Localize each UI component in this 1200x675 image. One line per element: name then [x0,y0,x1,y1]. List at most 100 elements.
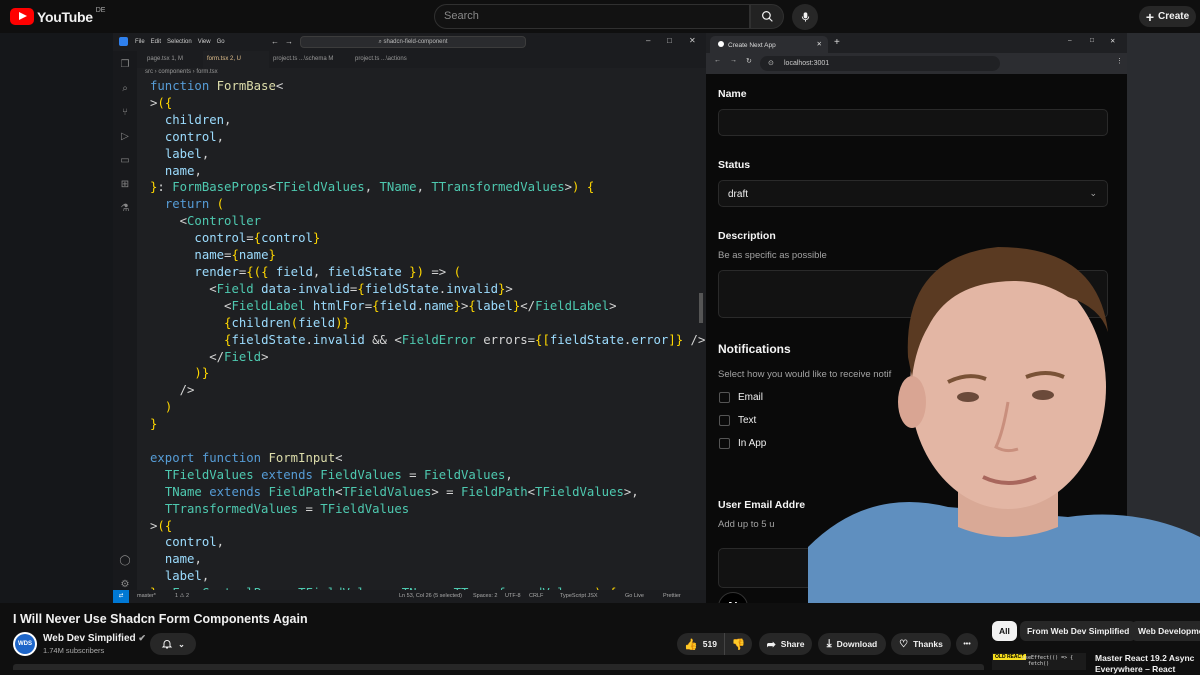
recommended-video-title[interactable]: Master React 19.2 Async Everywhere – Rea… [1095,653,1195,675]
browser-tab[interactable]: Create Next App ✕ [710,36,828,53]
code-line[interactable]: render={({ field, fieldState }) => ( [150,264,713,281]
code-line[interactable]: control={control} [150,230,713,247]
command-center[interactable]: ⌕ shadcn-field-component [300,36,526,48]
code-line[interactable] [150,433,713,450]
status-problems[interactable]: 1 ⚠ 2 [175,593,189,599]
in-app-checkbox[interactable] [719,438,730,449]
chip-from-channel[interactable]: From Web Dev Simplified [1020,621,1137,641]
browser-close-icon[interactable]: ✕ [1110,37,1115,45]
remote-icon[interactable]: ⇄ [113,590,129,603]
code-line[interactable]: TName extends FieldPath<TFieldValues> = … [150,484,713,501]
browser-maximize-icon[interactable]: □ [1090,37,1094,44]
code-line[interactable]: <Field data-invalid={fieldState.invalid}… [150,281,713,298]
tab-page-tsx[interactable]: page.tsx 1, M [143,51,203,68]
code-line[interactable]: control, [150,129,713,146]
user-email-input[interactable] [718,548,818,588]
code-line[interactable]: <Controller [150,213,713,230]
code-line[interactable]: label, [150,146,713,163]
code-line[interactable]: {fieldState.invalid && <FieldError error… [150,332,713,349]
menu-go[interactable]: Go [217,39,225,45]
code-line[interactable]: name, [150,163,713,180]
youtube-logo[interactable]: YouTube DE [10,7,105,25]
code-line[interactable]: name={name} [150,247,713,264]
code-line[interactable]: } [150,416,713,433]
code-line[interactable]: return ( [150,196,713,213]
status-select[interactable]: draft ⌄ [718,180,1108,207]
code-line[interactable]: TFieldValues extends FieldValues = Field… [150,467,713,484]
email-checkbox[interactable] [719,392,730,403]
status-prettier[interactable]: Prettier [663,593,681,599]
video-player[interactable]: File Edit Selection View Go ← → ⌕ shadcn… [0,33,1200,603]
browser-minimize-icon[interactable]: – [1068,37,1072,44]
tab-project-schema[interactable]: project.ts ...\schema M [269,51,351,68]
tab-project-actions[interactable]: project.ts ...\actions [351,51,433,68]
subscribe-bell-button[interactable]: ⌄ [150,633,196,655]
run-debug-icon[interactable]: ▷ [119,131,131,143]
maximize-icon[interactable]: □ [667,36,672,45]
source-control-icon[interactable]: ⑂ [119,107,131,119]
menu-selection[interactable]: Selection [167,39,192,45]
name-input[interactable] [718,109,1108,136]
more-actions-button[interactable]: ••• [956,633,978,655]
code-line[interactable]: name, [150,551,713,568]
account-icon[interactable]: ◯ [119,555,131,567]
editor-scrollbar[interactable] [699,293,703,323]
channel-avatar[interactable]: WDS [13,632,37,656]
code-line[interactable]: >({ [150,518,713,535]
text-checkbox[interactable] [719,415,730,426]
code-line[interactable]: label, [150,568,713,585]
search-button[interactable] [750,4,784,29]
search-icon[interactable]: ⌕ [119,83,131,95]
forward-arrow-icon[interactable]: → [285,37,293,46]
status-spaces[interactable]: Spaces: 2 [473,593,497,599]
share-button[interactable]: ➦ Share [759,633,812,655]
code-editor[interactable]: function FormBase< >({ children, control,… [150,78,713,602]
tab-close-icon[interactable]: ✕ [817,40,822,48]
voice-search-button[interactable] [792,4,818,30]
status-cursor[interactable]: Ln 53, Col 26 (5 selected) [399,593,462,599]
tab-form-tsx[interactable]: form.tsx 2, U [203,51,269,68]
code-line[interactable]: TTransformedValues = TFieldValues [150,501,713,518]
back-arrow-icon[interactable]: ← [271,37,279,46]
chip-web-development[interactable]: Web Developme [1131,621,1200,641]
code-line[interactable]: function FormBase< [150,78,713,95]
channel-name[interactable]: Web Dev Simplified ✔ [43,633,146,644]
browser-reload-icon[interactable]: ↻ [746,57,752,65]
dislike-button[interactable]: 👎 [724,633,752,655]
browser-menu-icon[interactable]: ⋮ [1116,57,1123,65]
chip-all[interactable]: All [992,621,1017,641]
menu-edit[interactable]: Edit [151,39,161,45]
code-line[interactable]: {children(field)} [150,315,713,332]
browser-forward-icon[interactable]: → [730,57,737,64]
extensions-icon[interactable]: ⊞ [119,179,131,191]
create-button[interactable]: + Create [1139,6,1196,27]
code-line[interactable]: )} [150,365,713,382]
recommended-video-thumbnail[interactable]: OLD REACT useEffect(() => { fetch() [992,653,1086,670]
status-golive[interactable]: Go Live [625,593,644,599]
download-button[interactable]: ⤓ Download [818,633,886,655]
remote-explorer-icon[interactable]: ▭ [119,155,131,167]
code-line[interactable]: </Field> [150,349,713,366]
menu-file[interactable]: File [135,39,145,45]
breadcrumb[interactable]: src › components › form.tsx [145,69,218,75]
menu-view[interactable]: View [198,39,211,45]
address-bar[interactable]: ⊙ localhost:3001 [760,56,1000,71]
search-input[interactable]: Search [434,4,750,29]
code-line[interactable]: children, [150,112,713,129]
status-branch[interactable]: master* [137,593,156,599]
code-line[interactable]: /> [150,382,713,399]
status-encoding[interactable]: UTF-8 [505,593,521,599]
like-button[interactable]: 👍 519 [677,633,724,655]
minimize-icon[interactable]: – [646,36,650,45]
code-line[interactable]: control, [150,534,713,551]
code-line[interactable]: <FieldLabel htmlFor={field.name}>{label}… [150,298,713,315]
code-line[interactable]: >({ [150,95,713,112]
code-line[interactable]: ) [150,399,713,416]
flask-icon[interactable]: ⚗ [119,203,131,215]
nextjs-dev-indicator-icon[interactable]: N [718,592,748,603]
explorer-icon[interactable]: ❐ [119,59,131,71]
new-tab-icon[interactable]: + [834,37,840,48]
status-language[interactable]: TypeScript JSX [560,593,598,599]
status-eol[interactable]: CRLF [529,593,543,599]
code-line[interactable]: }: FormBaseProps<TFieldValues, TName, TT… [150,179,713,196]
